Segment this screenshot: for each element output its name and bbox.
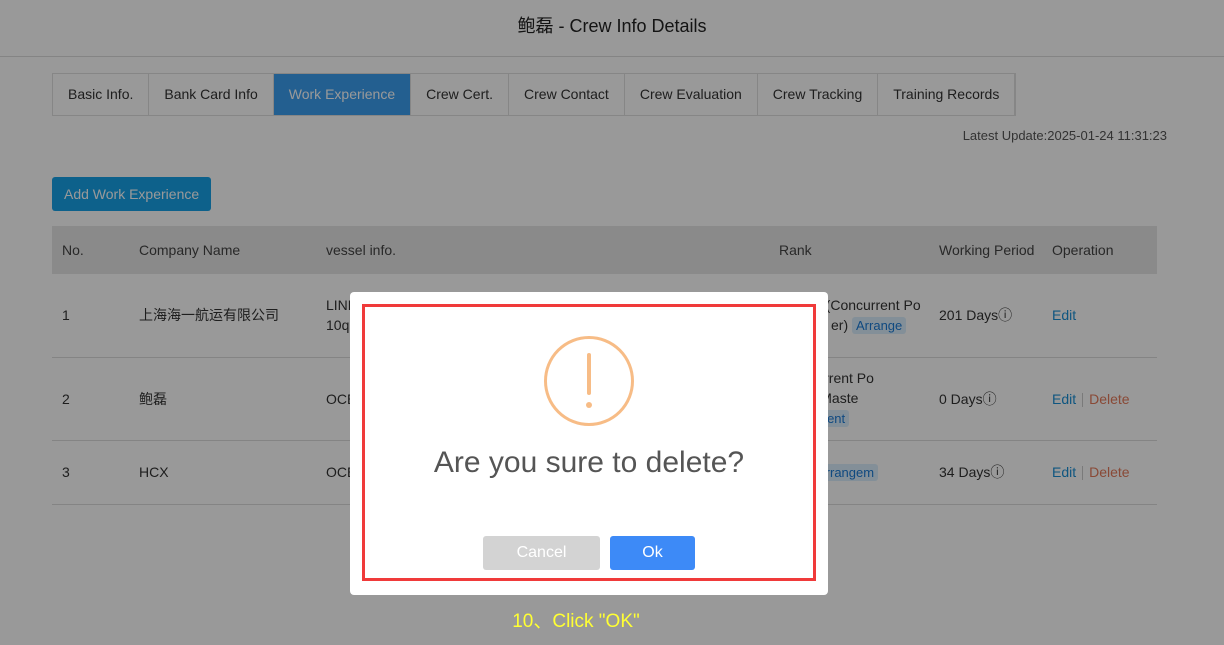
- ok-button[interactable]: Ok: [610, 536, 695, 570]
- confirm-delete-dialog: Are you sure to delete? Cancel Ok: [350, 292, 828, 595]
- cancel-button[interactable]: Cancel: [483, 536, 600, 570]
- dialog-message: Are you sure to delete?: [433, 446, 745, 479]
- instruction-caption: 10、Click "OK": [512, 611, 640, 632]
- exclamation-circle-icon: [544, 336, 634, 426]
